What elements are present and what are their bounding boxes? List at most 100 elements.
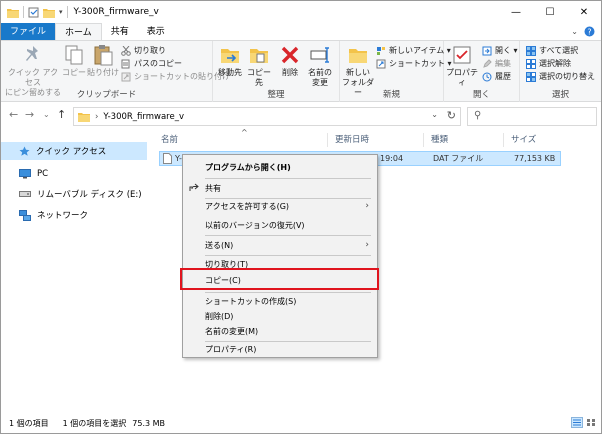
column-header-name[interactable]: 名前 bbox=[161, 131, 178, 149]
open-button[interactable]: 開く ▾ bbox=[482, 45, 518, 56]
new-folder-quick-icon[interactable] bbox=[43, 7, 55, 18]
new-folder-icon bbox=[347, 44, 369, 66]
share-icon bbox=[189, 183, 199, 192]
invert-selection-label: 選択の切り替え bbox=[539, 72, 595, 81]
file-size: 77,153 KB bbox=[514, 154, 556, 163]
rename-icon bbox=[309, 44, 331, 66]
column-header-modified[interactable]: 更新日時 bbox=[335, 131, 369, 149]
collapse-ribbon-icon[interactable]: ⌄ bbox=[571, 27, 578, 36]
search-input[interactable]: ⚲ bbox=[467, 107, 597, 126]
move-to-label: 移動先 bbox=[218, 68, 242, 77]
select-all-button[interactable]: すべて選択 bbox=[526, 45, 578, 56]
rename-label: 名前の 変更 bbox=[308, 68, 332, 87]
menu-item-share[interactable]: 共有 bbox=[183, 180, 377, 196]
file-icon bbox=[163, 153, 172, 164]
move-to-button[interactable]: 移動先 bbox=[217, 44, 243, 78]
open-label: 開く ▾ bbox=[495, 46, 518, 55]
breadcrumb-current-folder[interactable]: Y-300R_firmware_v bbox=[103, 112, 184, 122]
new-item-icon bbox=[376, 46, 386, 56]
details-view-icon bbox=[573, 419, 581, 426]
copy-button[interactable]: コピー bbox=[61, 44, 87, 78]
rename-button[interactable]: 名前の 変更 bbox=[305, 44, 335, 88]
select-none-button[interactable]: 選択解除 bbox=[526, 58, 571, 69]
new-item-label: 新しいアイテム ▾ bbox=[389, 46, 451, 55]
nav-item-label: ネットワーク bbox=[37, 211, 89, 221]
submenu-arrow-icon: › bbox=[365, 201, 369, 211]
customize-toolbar-icon[interactable]: ▾ bbox=[59, 8, 63, 16]
recent-locations-icon[interactable]: ⌄ bbox=[43, 110, 50, 119]
paste-shortcut-icon bbox=[121, 72, 131, 82]
select-none-label: 選択解除 bbox=[539, 59, 571, 68]
menu-item-delete[interactable]: 削除(D) bbox=[183, 308, 377, 324]
history-button[interactable]: 履歴 bbox=[482, 71, 511, 82]
copy-folder-icon bbox=[248, 44, 270, 66]
tab-file[interactable]: ファイル bbox=[1, 23, 56, 41]
menu-item-label: 送る(N) bbox=[205, 240, 234, 250]
back-arrow-icon[interactable]: ← bbox=[9, 108, 18, 121]
organize-group-label: 整理 bbox=[267, 90, 285, 100]
column-divider[interactable] bbox=[327, 133, 328, 147]
tab-view[interactable]: 表示 bbox=[138, 23, 174, 41]
select-all-label: すべて選択 bbox=[539, 46, 579, 55]
column-header-type[interactable]: 種類 bbox=[431, 131, 448, 149]
paste-button[interactable]: 貼り付け bbox=[87, 44, 119, 78]
nav-item-network[interactable]: ネットワーク bbox=[1, 206, 147, 224]
open-group-label: 開く bbox=[472, 90, 490, 100]
file-modified: 19:04 bbox=[380, 154, 404, 163]
delete-button[interactable]: 削除 bbox=[279, 44, 301, 78]
pin-icon bbox=[22, 44, 44, 66]
easy-access-button[interactable]: ショートカット ▾ bbox=[376, 58, 452, 69]
cut-label: 切り取り bbox=[134, 46, 166, 55]
select-all-icon bbox=[526, 45, 536, 56]
details-view-button[interactable] bbox=[571, 417, 583, 428]
submenu-arrow-icon: › bbox=[365, 240, 369, 250]
menu-item-properties[interactable]: プロパティ(R) bbox=[183, 341, 377, 357]
large-icons-view-button[interactable] bbox=[585, 417, 597, 428]
open-icon bbox=[482, 46, 492, 56]
menu-item-send-to[interactable]: 送る(N) › bbox=[183, 237, 377, 253]
toolbar-separator bbox=[23, 6, 24, 18]
folder-icon bbox=[78, 111, 90, 122]
copy-to-button[interactable]: コピー先 bbox=[245, 44, 273, 88]
invert-selection-button[interactable]: 選択の切り替え bbox=[526, 71, 595, 82]
maximize-button[interactable]: ☐ bbox=[533, 1, 567, 23]
menu-item-give-access[interactable]: アクセスを許可する(G) › bbox=[183, 198, 377, 214]
help-icon[interactable]: ? bbox=[584, 26, 595, 37]
new-group: 新しい フォルダー 新しいアイテム ▾ ショートカット ▾ 新規 bbox=[340, 41, 452, 102]
context-menu: プログラムから開く(H) 共有 アクセスを許可する(G) › 以前のバージョンの… bbox=[182, 154, 378, 358]
menu-item-create-shortcut[interactable]: ショートカットの作成(S) bbox=[183, 293, 377, 309]
star-icon bbox=[19, 146, 30, 157]
menu-item-rename[interactable]: 名前の変更(M) bbox=[183, 323, 377, 339]
properties-quick-icon[interactable] bbox=[28, 7, 39, 18]
up-arrow-icon[interactable]: ↑ bbox=[57, 108, 66, 121]
edit-label: 編集 bbox=[495, 59, 511, 68]
nav-item-pc[interactable]: PC bbox=[1, 165, 147, 183]
refresh-icon[interactable]: ↻ bbox=[447, 109, 456, 122]
new-item-button[interactable]: 新しいアイテム ▾ bbox=[376, 45, 451, 56]
move-folder-icon bbox=[219, 44, 241, 66]
ribbon-controls: ⌄ ? bbox=[571, 26, 595, 37]
properties-button[interactable]: プロパティ bbox=[446, 44, 478, 88]
menu-item-restore-previous[interactable]: 以前のバージョンの復元(V) bbox=[183, 217, 377, 233]
cut-button[interactable]: 切り取り bbox=[121, 45, 166, 56]
clipboard-group-label: クリップボード bbox=[76, 90, 137, 100]
edit-button[interactable]: 編集 bbox=[482, 58, 511, 69]
column-divider[interactable] bbox=[423, 133, 424, 147]
tab-share[interactable]: 共有 bbox=[102, 23, 138, 41]
minimize-button[interactable]: — bbox=[499, 1, 533, 23]
nav-item-removable-disk[interactable]: リムーバブル ディスク (E:) bbox=[1, 185, 147, 203]
tab-home[interactable]: ホーム bbox=[55, 23, 102, 41]
column-header-size[interactable]: サイズ bbox=[511, 131, 536, 149]
column-divider[interactable] bbox=[503, 133, 504, 147]
clipboard-group: クイック アクセス にピン留めする コピー 貼り付け 切り取り パスのコピー シ… bbox=[1, 41, 230, 102]
nav-item-label: PC bbox=[37, 169, 49, 179]
copy-path-button[interactable]: パスのコピー bbox=[121, 58, 182, 69]
menu-item-open-with[interactable]: プログラムから開く(H) bbox=[183, 159, 377, 175]
select-none-icon bbox=[526, 58, 536, 69]
address-bar[interactable]: › Y-300R_firmware_v ⌄ ↻ bbox=[73, 107, 461, 126]
address-dropdown-icon[interactable]: ⌄ bbox=[431, 110, 438, 119]
nav-item-quick-access[interactable]: クイック アクセス bbox=[1, 142, 147, 160]
breadcrumb-chevron-icon[interactable]: › bbox=[95, 112, 98, 122]
forward-arrow-icon[interactable]: → bbox=[25, 108, 34, 121]
close-button[interactable]: ✕ bbox=[567, 1, 601, 23]
